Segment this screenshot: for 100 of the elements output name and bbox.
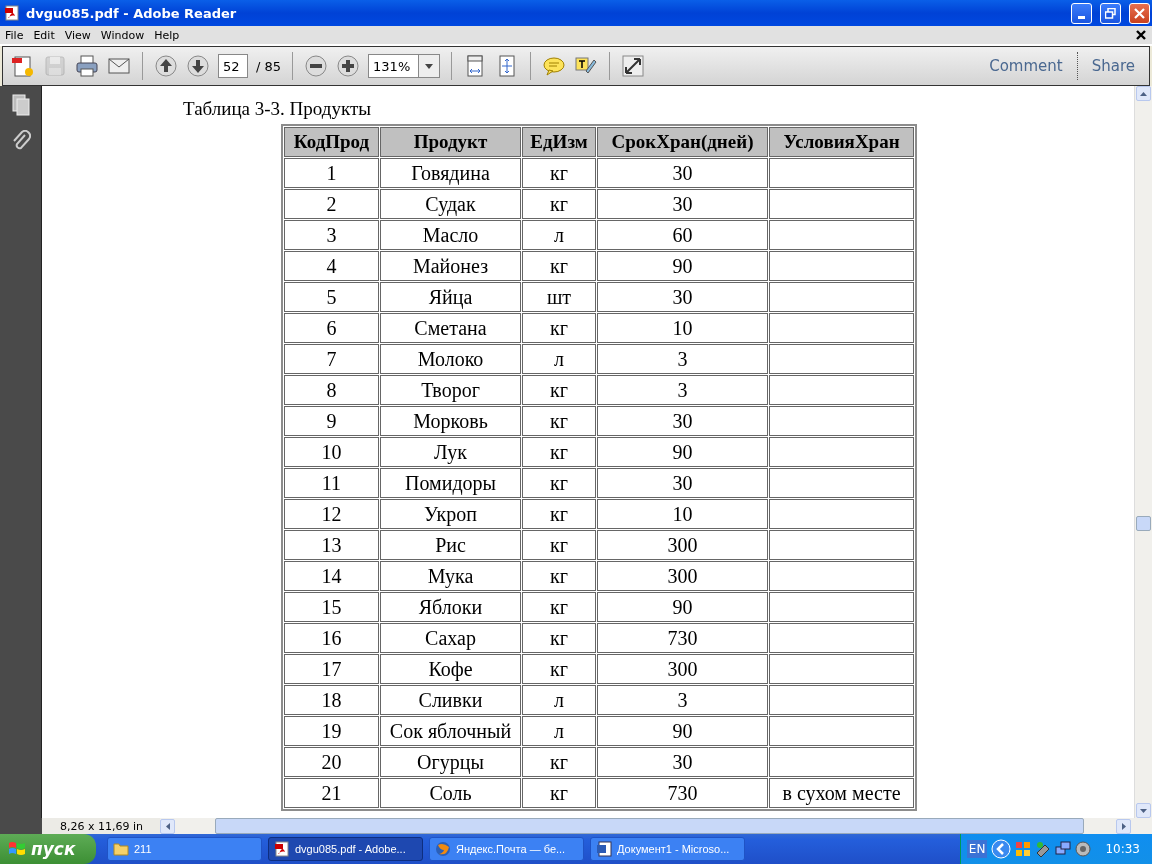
minimize-icon <box>1078 15 1085 19</box>
expand-icon[interactable] <box>621 54 646 78</box>
usb-device-icon[interactable] <box>1035 841 1052 857</box>
menu-item[interactable]: Help <box>149 28 185 42</box>
table-cell: Кофе <box>380 654 521 684</box>
taskbar-button[interactable]: Документ1 - Microso... <box>590 837 745 861</box>
table-cell: 60 <box>597 220 768 250</box>
table-cell: Майонез <box>380 251 521 281</box>
scroll-thumb[interactable] <box>1136 516 1151 531</box>
table-cell: л <box>522 716 596 746</box>
table-cell: 4 <box>284 251 379 281</box>
column-header: СрокХран(дней) <box>597 127 768 157</box>
table-cell: 3 <box>597 344 768 374</box>
table-caption: Таблица 3-3. Продукты <box>183 98 372 120</box>
language-indicator[interactable]: EN <box>966 840 988 858</box>
table-cell: 8 <box>284 375 379 405</box>
table-cell: 90 <box>597 592 768 622</box>
table-cell: Мука <box>380 561 521 591</box>
table-cell: 14 <box>284 561 379 591</box>
close-icon <box>1134 7 1145 19</box>
table-cell: 90 <box>597 437 768 467</box>
scroll-down-icon[interactable] <box>1140 808 1147 813</box>
table-cell: 2 <box>284 189 379 219</box>
column-header: Продукт <box>380 127 521 157</box>
table-cell: 30 <box>597 468 768 498</box>
table-cell: кг <box>522 499 596 529</box>
table-cell: 3 <box>597 375 768 405</box>
table-cell: кг <box>522 313 596 343</box>
print-icon[interactable] <box>75 54 99 78</box>
table-cell: 19 <box>284 716 379 746</box>
toolbar-link[interactable]: Comment <box>983 57 1069 75</box>
table-cell: кг <box>522 530 596 560</box>
dropdown-caret-icon[interactable] <box>425 63 434 69</box>
minus-icon[interactable] <box>304 54 329 78</box>
menu-item[interactable]: File <box>0 28 29 42</box>
table-cell: 730 <box>597 623 768 653</box>
scroll-right-icon[interactable] <box>1121 822 1126 830</box>
table-cell: 10 <box>284 437 379 467</box>
table-cell: кг <box>522 375 596 405</box>
table-cell: 17 <box>284 654 379 684</box>
table-cell: 30 <box>597 189 768 219</box>
table-cell: 7 <box>284 344 379 374</box>
table-cell: Молоко <box>380 344 521 374</box>
plus-icon[interactable] <box>336 54 361 78</box>
taskbar-button[interactable]: Яндекс.Почта — бе... <box>429 837 584 861</box>
table-cell: 30 <box>597 158 768 188</box>
scroll-left-icon[interactable] <box>165 822 170 830</box>
table-cell: 11 <box>284 468 379 498</box>
table-cell: кг <box>522 747 596 777</box>
zoom-field[interactable]: 131% <box>368 54 419 78</box>
speaker-icon[interactable] <box>1075 841 1092 857</box>
table-cell: 13 <box>284 530 379 560</box>
table-cell: л <box>522 220 596 250</box>
table-cell: кг <box>522 437 596 467</box>
table-cell: Судак <box>380 189 521 219</box>
table-cell: 21 <box>284 778 379 808</box>
restore-icon <box>1105 7 1116 19</box>
table-cell: Сливки <box>380 685 521 715</box>
table-cell: 12 <box>284 499 379 529</box>
create-pdf-icon[interactable] <box>11 54 35 78</box>
table-cell: 10 <box>597 499 768 529</box>
toolbar-link[interactable]: Share <box>1085 57 1141 75</box>
table-cell: 16 <box>284 623 379 653</box>
pdf-icon <box>274 841 290 857</box>
table-cell: Морковь <box>380 406 521 436</box>
table-cell: 10 <box>597 313 768 343</box>
document-icon <box>596 841 612 857</box>
menu-item[interactable]: View <box>59 28 96 42</box>
chevron-left-icon[interactable] <box>991 839 1012 859</box>
paperclip-icon[interactable] <box>10 130 31 152</box>
minimize-button[interactable] <box>1071 2 1092 24</box>
close-button[interactable] <box>1129 2 1150 24</box>
table-cell: 90 <box>597 251 768 281</box>
table-cell: кг <box>522 592 596 622</box>
network-icon[interactable] <box>1055 841 1072 857</box>
speech-bubble-icon[interactable] <box>542 54 567 78</box>
page-size-label: 8,26 x 11,69 in <box>42 818 160 834</box>
restore-button[interactable] <box>1100 2 1121 24</box>
table-cell: кг <box>522 406 596 436</box>
menu-item[interactable]: Edit <box>28 28 60 42</box>
column-header: ЕдИзм <box>522 127 596 157</box>
table-cell: в сухом месте <box>769 778 914 808</box>
page-number-field[interactable]: 52 <box>218 54 248 78</box>
taskbar-button[interactable]: dvgu085.pdf - Adobe... <box>268 837 423 861</box>
scroll-up-icon[interactable] <box>1140 91 1147 96</box>
table-cell: Яблоки <box>380 592 521 622</box>
zoom-dropdown-button[interactable] <box>418 54 441 78</box>
table-cell: Укроп <box>380 499 521 529</box>
taskbar-button[interactable]: 211 <box>107 837 262 861</box>
office-icon[interactable] <box>1015 841 1032 857</box>
table-cell: Огурцы <box>380 747 521 777</box>
close-document-icon[interactable] <box>1136 30 1146 40</box>
pages-icon[interactable] <box>10 94 31 116</box>
table-cell: кг <box>522 158 596 188</box>
table-cell: Сок яблочный <box>380 716 521 746</box>
pdf-icon <box>4 5 20 21</box>
column-header: УсловияХран <box>769 127 914 157</box>
table-cell: Помидоры <box>380 468 521 498</box>
vertical-scrollbar[interactable] <box>1134 86 1152 818</box>
menu-item[interactable]: Window <box>95 28 150 42</box>
